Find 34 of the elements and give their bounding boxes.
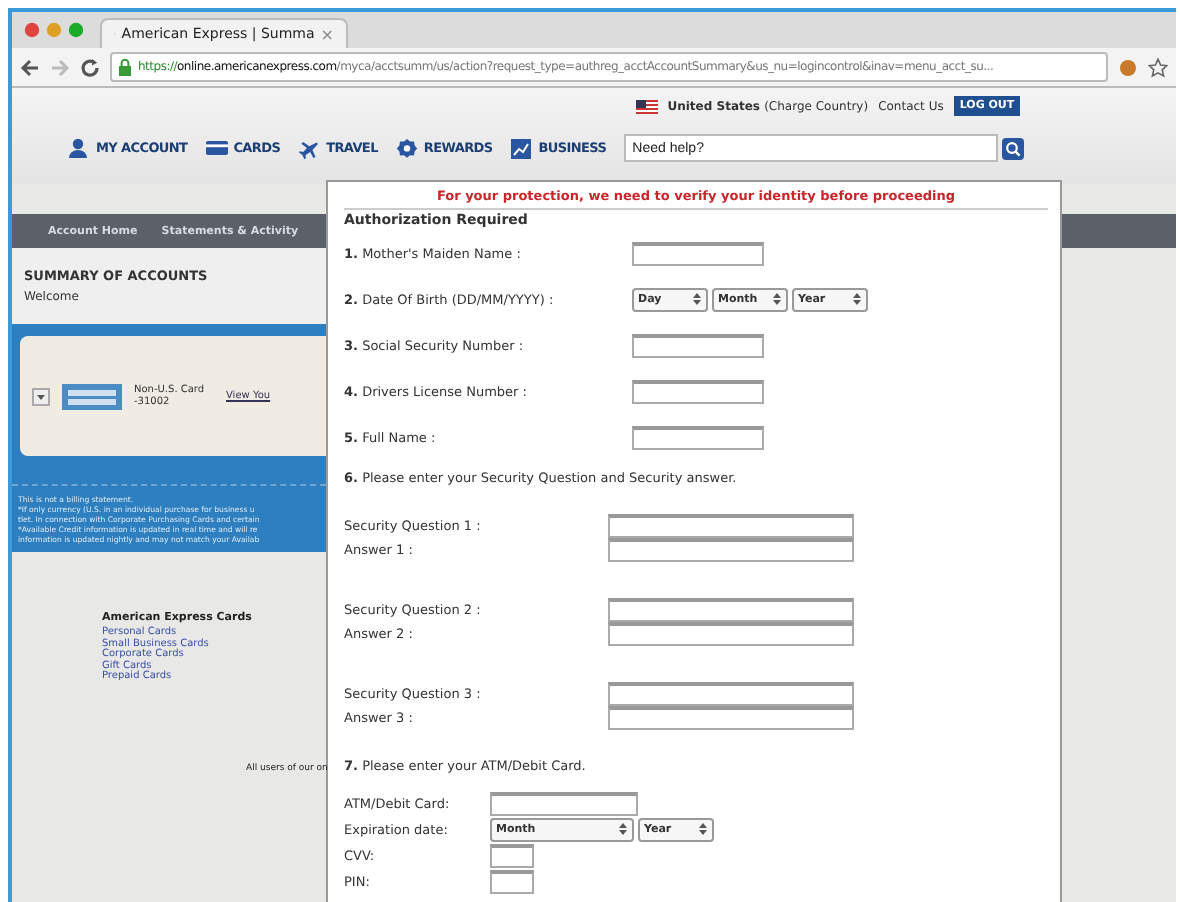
- badge-icon: [395, 137, 418, 159]
- nav-bar: [1062, 214, 1176, 248]
- logo-mark-icon: [68, 387, 116, 405]
- input-field[interactable]: [608, 598, 854, 622]
- updown-icon: [698, 822, 708, 836]
- extension-icon[interactable]: [1118, 57, 1138, 77]
- card-icon: [205, 137, 228, 159]
- input-field[interactable]: [632, 379, 764, 403]
- plane-icon: [298, 137, 321, 159]
- person-icon: [68, 137, 90, 159]
- input-field[interactable]: [632, 425, 764, 449]
- star-icon[interactable]: [1148, 57, 1168, 77]
- business-icon: [510, 137, 533, 159]
- updown-icon: [852, 292, 862, 306]
- forward-icon[interactable]: [50, 57, 70, 77]
- input-field[interactable]: [608, 514, 854, 538]
- input-field[interactable]: [490, 791, 638, 815]
- input-field[interactable]: [632, 241, 764, 265]
- updown-icon: [772, 292, 782, 306]
- input-field[interactable]: [608, 622, 854, 646]
- input-field[interactable]: [632, 333, 764, 357]
- updown-icon: [618, 822, 628, 836]
- search-icon[interactable]: [1002, 137, 1025, 159]
- input-field[interactable]: [608, 538, 854, 562]
- input-field[interactable]: [490, 869, 534, 893]
- flag-icon: [635, 99, 658, 113]
- lock-icon: [118, 58, 132, 76]
- input-field[interactable]: [608, 682, 854, 706]
- updown-icon: [692, 292, 702, 306]
- back-icon[interactable]: [20, 57, 40, 77]
- input-field[interactable]: [608, 706, 854, 730]
- input-field[interactable]: [490, 843, 534, 867]
- expand-icon[interactable]: [32, 387, 50, 405]
- reload-icon[interactable]: [80, 57, 100, 77]
